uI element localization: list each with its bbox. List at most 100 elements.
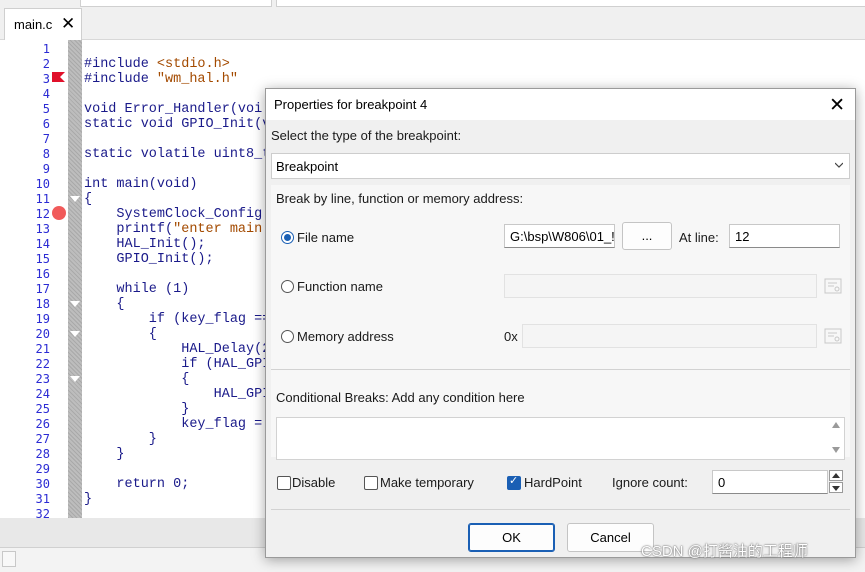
- arrow-down-icon: [832, 486, 840, 491]
- breakpoint-margin[interactable]: [50, 40, 68, 518]
- dialog-title-bar: Properties for breakpoint 4 ✕: [266, 89, 855, 120]
- fold-toggle-icon[interactable]: [70, 196, 80, 202]
- at-line-label: At line:: [679, 230, 719, 245]
- condition-textarea[interactable]: [276, 417, 845, 460]
- line-number: 25: [35, 402, 50, 416]
- line-number: 3: [42, 72, 50, 86]
- line-number: 18: [35, 297, 50, 311]
- line-number: 24: [35, 387, 50, 401]
- line-number: 4: [42, 87, 50, 101]
- memory-address-radio[interactable]: [281, 330, 294, 343]
- ok-button[interactable]: OK: [468, 523, 555, 552]
- fold-toggle-icon[interactable]: [70, 376, 80, 382]
- code-line: }: [84, 492, 93, 507]
- make-temporary-checkbox[interactable]: [364, 476, 378, 490]
- dialog-title: Properties for breakpoint 4: [274, 97, 428, 112]
- code-line: printf("enter main: [84, 222, 263, 237]
- ignore-count-input[interactable]: 0: [712, 470, 828, 494]
- disable-checkbox[interactable]: [277, 476, 291, 490]
- ignore-count-value: 0: [718, 475, 726, 490]
- code-line: HAL_Delay(2: [84, 342, 271, 357]
- breakpoint-icon[interactable]: [52, 206, 66, 220]
- line-number: 15: [35, 252, 50, 266]
- line-number: 19: [35, 312, 50, 326]
- code-line: #include "wm_hal.h": [84, 72, 238, 87]
- file-path-input[interactable]: G:\bsp\W806\01_!: [504, 224, 615, 248]
- memory-address-input[interactable]: [522, 324, 817, 348]
- line-number: 22: [35, 357, 50, 371]
- file-name-radio[interactable]: [281, 231, 294, 244]
- line-number: 7: [42, 132, 50, 146]
- browse-address-icon[interactable]: [823, 326, 843, 346]
- close-tab-icon[interactable]: ✕: [61, 14, 75, 34]
- browse-file-button[interactable]: ...: [622, 222, 672, 250]
- file-tab-main-c[interactable]: main.c ✕: [4, 8, 82, 40]
- divider: [271, 509, 850, 510]
- code-line: return 0;: [84, 477, 190, 492]
- line-number: 20: [35, 327, 50, 341]
- ignore-count-decrement[interactable]: [829, 482, 843, 493]
- function-name-radio[interactable]: [281, 280, 294, 293]
- toolbar-segment: [80, 0, 272, 7]
- code-line: HAL_GPI: [84, 387, 271, 402]
- fold-toggle-icon[interactable]: [70, 331, 80, 337]
- break-by-label: Break by line, function or memory addres…: [276, 191, 524, 206]
- line-number: 17: [35, 282, 50, 296]
- scroll-up-icon[interactable]: [832, 422, 840, 428]
- code-line: {: [84, 372, 190, 387]
- scroll-down-icon[interactable]: [832, 447, 840, 453]
- divider: [271, 369, 850, 370]
- line-number: 29: [35, 462, 50, 476]
- line-number: 2: [42, 57, 50, 71]
- code-line: SystemClock_Config: [84, 207, 263, 222]
- code-line: {: [84, 192, 93, 207]
- chevron-down-icon: [835, 162, 843, 168]
- ignore-count-increment[interactable]: [829, 470, 843, 481]
- hardpoint-label: HardPoint: [524, 475, 582, 490]
- hex-prefix-label: 0x: [504, 329, 518, 344]
- code-line: }: [84, 402, 190, 417]
- close-icon[interactable]: ✕: [829, 94, 845, 117]
- line-number: 28: [35, 447, 50, 461]
- function-name-input[interactable]: [504, 274, 817, 298]
- fold-toggle-icon[interactable]: [70, 301, 80, 307]
- conditional-label: Conditional Breaks: Add any condition he…: [276, 390, 525, 405]
- fold-margin: [68, 40, 82, 518]
- line-number: 14: [35, 237, 50, 251]
- disable-label: Disable: [292, 475, 336, 490]
- code-line: static volatile uint8_t: [84, 147, 271, 162]
- line-number-value: 12: [735, 229, 750, 244]
- line-number: 30: [35, 477, 50, 491]
- line-number: 21: [35, 342, 50, 356]
- line-number: 27: [35, 432, 50, 446]
- editor-tab-strip: [0, 0, 865, 40]
- file-name-label: File name: [297, 230, 355, 245]
- breakpoint-type-select[interactable]: Breakpoint: [271, 153, 850, 179]
- code-line: static void GPIO_Init(v: [84, 117, 271, 132]
- code-line: while (1): [84, 282, 190, 297]
- document-icon: [2, 551, 16, 567]
- line-number: 23: [35, 372, 50, 386]
- browse-function-icon[interactable]: [823, 276, 843, 296]
- line-number: 1: [42, 42, 50, 56]
- memory-address-label: Memory address: [297, 329, 394, 344]
- bookmark-flag-icon: [52, 72, 65, 82]
- line-number-gutter: 1 2 3 4 5 6 7 8 9 10 11 12 13 14 15 16 17 18 19 20 21 22 23 24 2…: [0, 40, 50, 521]
- breakpoint-properties-dialog: Properties for breakpoint 4 ✕ Select the…: [265, 88, 856, 558]
- line-number: 13: [35, 222, 50, 236]
- watermark: CSDN @打酱油的工程师: [641, 543, 808, 560]
- line-number: 12: [35, 207, 50, 221]
- code-line: GPIO_Init();: [84, 252, 214, 267]
- code-line: {: [84, 327, 157, 342]
- code-line: void Error_Handler(voi: [84, 102, 263, 117]
- toolbar-segment: [276, 0, 865, 7]
- make-temporary-label: Make temporary: [380, 475, 474, 490]
- line-number: 31: [35, 492, 50, 506]
- hardpoint-checkbox[interactable]: [507, 474, 521, 490]
- code-line: int main(void): [84, 177, 198, 192]
- ignore-count-label: Ignore count:: [612, 475, 688, 490]
- line-number-input[interactable]: 12: [729, 224, 840, 248]
- line-number: 5: [42, 102, 50, 116]
- code-line: {: [84, 297, 125, 312]
- line-number: 26: [35, 417, 50, 431]
